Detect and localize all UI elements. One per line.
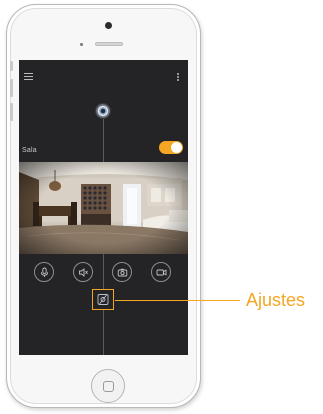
speaker-icon bbox=[79, 268, 88, 277]
toggle-knob bbox=[171, 142, 182, 153]
volume-down-button bbox=[10, 103, 13, 121]
settings-button[interactable] bbox=[92, 289, 114, 310]
hamburger-menu-icon[interactable] bbox=[24, 73, 33, 81]
microphone-button[interactable] bbox=[34, 262, 54, 282]
camera-lens-icon[interactable] bbox=[96, 104, 110, 118]
proximity-sensor bbox=[80, 43, 83, 46]
record-button[interactable] bbox=[151, 262, 171, 282]
microphone-icon bbox=[40, 267, 49, 277]
camera-icon bbox=[117, 268, 128, 277]
snapshot-button[interactable] bbox=[112, 262, 132, 282]
live-video-feed[interactable] bbox=[19, 162, 188, 254]
settings-icon bbox=[97, 294, 109, 305]
front-camera bbox=[105, 22, 112, 29]
room-label: Sala bbox=[22, 147, 37, 154]
figure-stage: Sala Ajustes bbox=[0, 0, 323, 414]
video-camera-icon bbox=[156, 269, 167, 276]
app-screen: Sala bbox=[19, 60, 188, 355]
speaker-button[interactable] bbox=[73, 262, 93, 282]
volume-up-button bbox=[10, 79, 13, 97]
callout-line bbox=[115, 300, 240, 301]
room-scene-image bbox=[19, 162, 188, 254]
mute-switch bbox=[10, 61, 13, 71]
home-square-icon bbox=[103, 381, 114, 392]
earpiece-speaker bbox=[95, 42, 123, 46]
camera-toggle[interactable] bbox=[159, 141, 183, 154]
vertical-dots-icon[interactable] bbox=[177, 73, 180, 82]
home-button[interactable] bbox=[91, 369, 125, 403]
callout-label: Ajustes bbox=[246, 290, 306, 310]
